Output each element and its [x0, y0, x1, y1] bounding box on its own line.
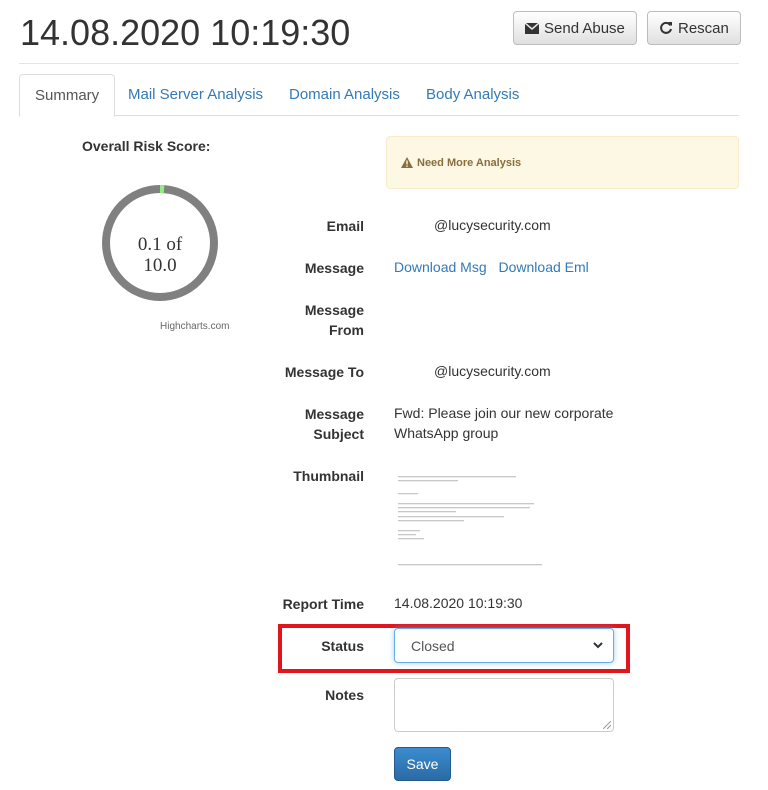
rescan-button[interactable]: Rescan [647, 11, 741, 45]
tab-summary[interactable]: Summary [19, 74, 116, 117]
send-abuse-button[interactable]: Send Abuse [513, 11, 637, 45]
tab-domain-analysis[interactable]: Domain Analysis [274, 74, 415, 116]
warning-icon [401, 157, 413, 168]
page-title: 14.08.2020 10:19:30 [20, 12, 351, 53]
subject-value-line2: WhatsApp group [394, 425, 499, 441]
risk-score-label: Overall Risk Score: [82, 138, 211, 154]
tab-body-analysis[interactable]: Body Analysis [411, 74, 534, 116]
message-from-label-line2: From [329, 322, 364, 338]
message-to-label: Message To [284, 364, 364, 380]
gauge-score-line1: 0.1 of [138, 234, 183, 255]
gauge-score-line2: 10.0 [143, 255, 176, 276]
analysis-alert: Need More Analysis [386, 136, 739, 189]
download-msg-link[interactable]: Download Msg [394, 259, 487, 275]
subject-label-line1: Message [304, 406, 364, 422]
report-time-value: 14.08.2020 10:19:30 [394, 595, 523, 611]
download-eml-link[interactable]: Download Eml [499, 259, 589, 275]
risk-score-gauge: 0.1 of 10.0 [102, 185, 218, 301]
chevron-down-icon [593, 642, 603, 649]
resize-handle-icon[interactable] [603, 721, 611, 729]
message-from-label-line1: Message [304, 302, 364, 318]
envelope-icon [525, 22, 539, 34]
status-select[interactable]: Closed [394, 628, 614, 663]
email-thumbnail[interactable] [394, 468, 544, 576]
message-label: Message [304, 260, 364, 276]
status-selected-value: Closed [411, 637, 455, 654]
email-value: @lucysecurity.com [434, 217, 551, 233]
save-button[interactable]: Save [394, 747, 451, 781]
report-time-label: Report Time [282, 596, 364, 612]
message-from-label: Message From [244, 300, 364, 340]
download-links: Download Msg Download Eml [394, 257, 589, 277]
status-label: Status [321, 638, 364, 654]
subject-value-line1: Fwd: Please join our new corporate [394, 405, 614, 421]
rescan-label: Rescan [678, 19, 729, 37]
subject-label-line2: Subject [313, 426, 364, 442]
tab-mail-server-analysis[interactable]: Mail Server Analysis [113, 74, 278, 116]
subject-value: Fwd: Please join our new corporate Whats… [394, 403, 613, 443]
thumbnail-label: Thumbnail [293, 468, 364, 484]
notes-textarea[interactable] [394, 678, 614, 732]
header-divider [19, 63, 739, 64]
message-to-value: @lucysecurity.com [434, 363, 551, 379]
email-label: Email [326, 218, 364, 234]
subject-label: Message Subject [244, 404, 364, 444]
send-abuse-label: Send Abuse [544, 19, 625, 37]
tab-bar: Summary Mail Server Analysis Domain Anal… [19, 74, 739, 117]
notes-label: Notes [325, 687, 364, 703]
refresh-icon [660, 21, 672, 34]
highcharts-credit[interactable]: Highcharts.com [160, 321, 229, 332]
alert-text: Need More Analysis [417, 156, 522, 169]
